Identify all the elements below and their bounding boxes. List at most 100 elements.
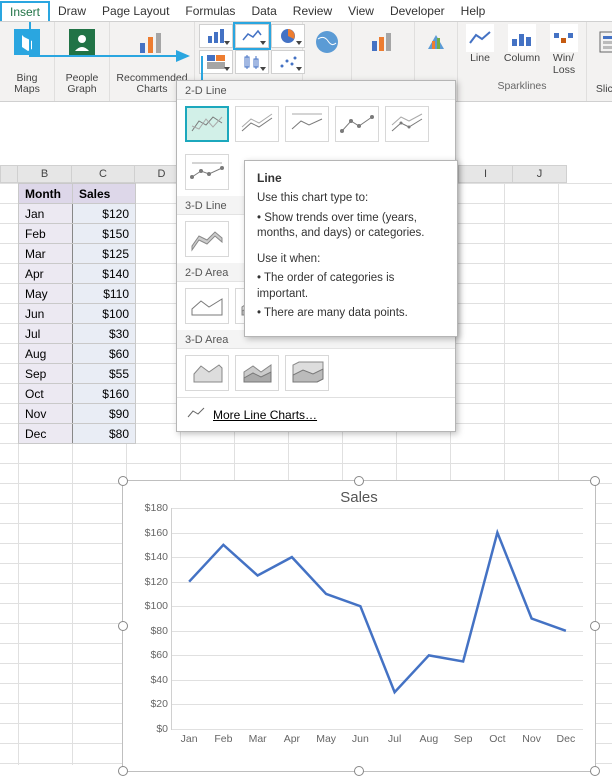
chart-type-3d-area[interactable] [185, 355, 229, 391]
y-axis-tick: $40 [130, 674, 172, 686]
y-axis-tick: $140 [130, 551, 172, 563]
maps-icon [313, 28, 341, 56]
chart-type-stacked-line[interactable] [235, 106, 279, 142]
chart-type-line[interactable] [185, 106, 229, 142]
x-axis-tick: Aug [420, 729, 439, 745]
col-header-i[interactable]: I [459, 165, 513, 183]
resize-handle[interactable] [118, 621, 128, 631]
resize-handle[interactable] [354, 476, 364, 486]
sparkline-column-icon [508, 24, 536, 52]
table-row: Jun$100 [19, 304, 136, 324]
insert-pie-chart-button[interactable] [271, 24, 305, 48]
resize-handle[interactable] [590, 476, 600, 486]
table-row: Jan$120 [19, 204, 136, 224]
chart-type-100pct-stacked-line[interactable] [285, 106, 329, 142]
insert-scatter-chart-button[interactable] [271, 50, 305, 74]
tab-page-layout[interactable]: Page Layout [94, 2, 177, 20]
sparkline-column-button[interactable]: Column [502, 24, 542, 76]
resize-handle[interactable] [118, 766, 128, 776]
tab-data[interactable]: Data [243, 2, 284, 20]
slicer-icon [595, 28, 612, 56]
recommended-charts-icon [138, 28, 166, 56]
bing-maps-button[interactable]: Bing Maps [4, 26, 50, 100]
x-axis-tick: Jan [181, 729, 198, 745]
y-axis-tick: $80 [130, 625, 172, 637]
chart-type-line-markers[interactable] [335, 106, 379, 142]
sparkline-winloss-button[interactable]: Win/ Loss [544, 24, 584, 76]
chart-type-3d-line[interactable] [185, 221, 229, 257]
chart-type-area[interactable] [185, 288, 229, 324]
three-d-icon [422, 28, 450, 56]
slicer-label: Slicer [596, 84, 612, 96]
table-row: Nov$90 [19, 404, 136, 424]
chart-type-3d-stacked-area[interactable] [235, 355, 279, 391]
tab-help[interactable]: Help [453, 2, 494, 20]
table-row: Mar$125 [19, 244, 136, 264]
chart-plot-area[interactable]: $0$20$40$60$80$100$120$140$160$180JanFeb… [171, 508, 583, 730]
chart-type-tooltip: Line Use this chart type to: • Show tren… [244, 160, 458, 337]
sparkline-line-icon [466, 24, 494, 52]
table-row: Feb$150 [19, 224, 136, 244]
y-axis-tick: $100 [130, 600, 172, 612]
table-row: May$110 [19, 284, 136, 304]
table-row: Jul$30 [19, 324, 136, 344]
table-row: Sep$55 [19, 364, 136, 384]
col-header-j[interactable]: J [513, 165, 567, 183]
header-sales[interactable]: Sales [73, 184, 136, 204]
y-axis-tick: $120 [130, 576, 172, 588]
x-axis-tick: Nov [522, 729, 541, 745]
slicer-button[interactable]: Slicer [591, 26, 612, 100]
y-axis-tick: $60 [130, 649, 172, 661]
chart-type-stacked-line-markers[interactable] [385, 106, 429, 142]
insert-hierarchy-chart-button[interactable] [199, 50, 233, 74]
tab-view[interactable]: View [340, 2, 382, 20]
insert-column-chart-button[interactable] [199, 24, 233, 48]
y-axis-tick: $180 [130, 502, 172, 514]
x-axis-tick: Mar [249, 729, 267, 745]
tab-insert[interactable]: Insert [0, 1, 50, 21]
bing-maps-icon [13, 28, 41, 56]
x-axis-tick: Jul [388, 729, 401, 745]
x-axis-tick: Sep [454, 729, 473, 745]
tooltip-title: Line [257, 171, 445, 185]
dropdown-section-2d-line: 2-D Line [177, 81, 455, 100]
y-axis-tick: $0 [130, 723, 172, 735]
sparklines-group-label: Sparklines [460, 80, 584, 92]
insert-line-chart-button[interactable] [235, 24, 269, 48]
chart-type-3d-100pct-area[interactable] [285, 355, 329, 391]
chart-series-line[interactable] [189, 533, 566, 693]
resize-handle[interactable] [118, 476, 128, 486]
tab-review[interactable]: Review [285, 2, 340, 20]
tab-developer[interactable]: Developer [382, 2, 453, 20]
insert-statistic-chart-button[interactable] [235, 50, 269, 74]
resize-handle[interactable] [590, 766, 600, 776]
tab-draw[interactable]: Draw [50, 2, 94, 20]
x-axis-tick: Dec [557, 729, 576, 745]
table-row: Aug$60 [19, 344, 136, 364]
table-row: Apr$140 [19, 264, 136, 284]
more-line-charts[interactable]: More Line Charts… [177, 397, 455, 431]
x-axis-tick: Apr [284, 729, 300, 745]
embedded-chart[interactable]: Sales $0$20$40$60$80$100$120$140$160$180… [122, 480, 596, 772]
x-axis-tick: Jun [352, 729, 369, 745]
resize-handle[interactable] [590, 621, 600, 631]
chart-type-100pct-line-markers[interactable] [185, 154, 229, 190]
people-graph-button[interactable]: People Graph [59, 26, 105, 100]
col-header-c[interactable]: C [72, 165, 135, 183]
header-month[interactable]: Month [19, 184, 73, 204]
people-graph-icon [68, 28, 96, 56]
people-graph-label: People Graph [66, 73, 99, 96]
sparkline-winloss-icon [550, 24, 578, 52]
resize-handle[interactable] [354, 766, 364, 776]
x-axis-tick: Oct [489, 729, 505, 745]
data-table[interactable]: MonthSales Jan$120 Feb$150 Mar$125 Apr$1… [18, 183, 136, 444]
x-axis-tick: Feb [214, 729, 232, 745]
col-header-b[interactable]: B [18, 165, 72, 183]
y-axis-tick: $20 [130, 698, 172, 710]
table-row: Dec$80 [19, 424, 136, 444]
x-axis-tick: May [316, 729, 336, 745]
tab-formulas[interactable]: Formulas [177, 2, 243, 20]
sparkline-line-button[interactable]: Line [460, 24, 500, 76]
table-row: Oct$160 [19, 384, 136, 404]
y-axis-tick: $160 [130, 527, 172, 539]
